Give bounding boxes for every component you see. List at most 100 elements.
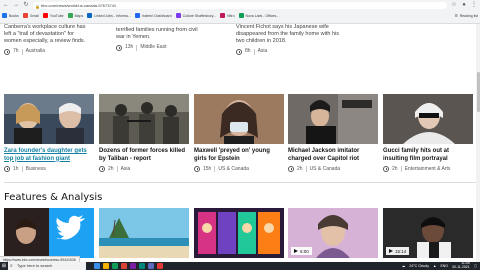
card-title-link[interactable]: Zara founder's daughter gets top job at …	[4, 148, 94, 163]
card-image[interactable]	[194, 94, 284, 144]
bookmark-item[interactable]: YouTube	[42, 13, 64, 18]
app-icon[interactable]	[148, 263, 154, 269]
edge-icon[interactable]	[112, 263, 118, 269]
feature-card-image[interactable]	[99, 208, 189, 258]
menu-icon[interactable]: ⋮	[471, 2, 477, 8]
app-icon[interactable]	[157, 263, 163, 269]
bookmark-item[interactable]: Nitro	[220, 13, 235, 18]
card-image[interactable]	[99, 94, 189, 144]
bookmark-label: Nitro	[227, 13, 235, 18]
clock-icon	[236, 48, 242, 55]
clock-icon	[4, 166, 10, 172]
meta-divider	[116, 166, 118, 172]
taskbar-clock[interactable]: 11:05 30-11-2021	[452, 261, 470, 270]
app-icon[interactable]	[139, 263, 145, 269]
notifications-icon[interactable]: ▢	[474, 264, 477, 268]
address-bar-url: bbc.com/news/world/us-canada-57673741	[41, 2, 117, 8]
file-explorer-icon[interactable]	[103, 263, 109, 269]
chrome-icon[interactable]	[121, 263, 127, 269]
story-summary-text: Canberra's workplace culture has left a …	[4, 24, 86, 44]
news-card[interactable]: Michael Jackson imitator charged over Ca…	[288, 94, 378, 172]
story-meta: 8h Asia	[236, 48, 346, 55]
address-bar[interactable]: 🔒 bbc.com/news/world/us-canada-57673741	[33, 1, 447, 9]
profile-icon[interactable]: ●	[461, 2, 467, 8]
card-image[interactable]	[4, 94, 94, 144]
card-category-link[interactable]: Asia	[121, 166, 131, 172]
story-time: 7h	[13, 48, 19, 54]
bookmark-item[interactable]: Linked Jobs - Informa...	[87, 13, 131, 18]
feature-card-image[interactable]: 5:00	[288, 208, 378, 258]
news-card[interactable]: Gucci family hits out at insulting film …	[383, 94, 473, 172]
card-category-link[interactable]: Entertainment & Arts	[405, 166, 451, 172]
story-category-link[interactable]: Australia	[26, 48, 45, 55]
taskbar-search-box[interactable]: ⌕ Type here to search	[8, 262, 86, 270]
network-icon[interactable]: ▲	[433, 264, 436, 268]
weather-text[interactable]: 24°C Cloudy	[409, 264, 429, 268]
story-summary[interactable]: Vincent Fichot says his Japanese wife di…	[236, 24, 346, 55]
features-heading[interactable]: Features & Analysis	[4, 192, 102, 203]
card-title-link[interactable]: Gucci family hits out at insulting film …	[383, 148, 473, 163]
news-card[interactable]: Dozens of former forces killed by Taliba…	[99, 94, 189, 172]
news-card[interactable]: Zara founder's daughter gets top job at …	[4, 94, 94, 172]
bookmark-label: Maps	[74, 13, 84, 18]
bookmark-favicon-icon	[175, 13, 181, 18]
news-card[interactable]: Maxwell 'preyed on' young girls for Epst…	[194, 94, 284, 172]
card-title-link[interactable]: Maxwell 'preyed on' young girls for Epst…	[194, 148, 284, 163]
reading-list-button[interactable]: ☰ Reading list	[455, 14, 478, 18]
story-summary[interactable]: terrified families running from civil wa…	[116, 27, 204, 51]
page-scrollbar[interactable]	[476, 24, 480, 262]
app-icon[interactable]	[130, 263, 136, 269]
meta-divider	[214, 166, 216, 172]
task-view-icon[interactable]	[94, 263, 100, 269]
card-title-link[interactable]: Dozens of former forces killed by Taliba…	[99, 148, 189, 163]
bookmark-label: Indeed: Dashboard	[141, 13, 172, 18]
bookmark-label: Linked Jobs - Informa...	[94, 13, 131, 18]
reload-icon[interactable]: ↻	[23, 2, 29, 8]
bookmarks-bar: Books Gmail YouTube Maps Linked Jobs - I…	[0, 11, 480, 20]
language-indicator[interactable]: ENG	[440, 264, 448, 268]
bookmark-label: Nova Labs - Offices...	[245, 13, 280, 18]
reading-list-label: Reading list	[459, 13, 478, 18]
card-category-link[interactable]: US & Canada	[218, 166, 249, 172]
feature-card-image[interactable]	[4, 208, 94, 258]
card-category-link[interactable]: US & Canada	[310, 166, 341, 172]
story-summary[interactable]: Canberra's workplace culture has left a …	[4, 24, 92, 55]
feature-card-image[interactable]: 15:14	[383, 208, 473, 258]
card-time: 2h	[108, 166, 114, 172]
play-icon	[294, 249, 298, 253]
bookmark-item[interactable]: Culture Shaftesbury...	[175, 13, 216, 18]
bookmark-item[interactable]: Maps	[67, 13, 84, 18]
story-time: 8h	[245, 48, 251, 54]
star-icon[interactable]: ☆	[451, 2, 457, 8]
story-category-link[interactable]: Middle East	[140, 44, 166, 51]
weather-icon[interactable]: ☁	[402, 264, 406, 268]
card-meta: 2h Asia	[99, 166, 189, 172]
feature-card-image[interactable]	[194, 208, 284, 258]
forward-icon[interactable]: →	[13, 2, 19, 8]
clock-icon	[116, 44, 122, 51]
search-icon: ⌕	[10, 263, 13, 269]
windows-start-icon[interactable]: ⊞	[0, 262, 8, 270]
card-title-link[interactable]: Michael Jackson imitator charged over Ca…	[288, 148, 378, 163]
card-image[interactable]	[288, 94, 378, 144]
section-divider	[4, 182, 476, 183]
bookmark-item[interactable]: Nova Labs - Offices...	[238, 13, 280, 18]
bookmark-favicon-icon	[238, 13, 244, 18]
lock-icon: 🔒	[35, 3, 40, 9]
system-tray: ☁ 24°C Cloudy ▲ ENG 11:05 30-11-2021 ▢	[402, 261, 480, 270]
bookmark-item[interactable]: Gmail	[22, 13, 39, 18]
story-category-link[interactable]: Asia	[258, 48, 268, 55]
bookmark-favicon-icon	[67, 13, 73, 18]
bookmark-item[interactable]: Books	[2, 13, 19, 18]
meta-divider	[21, 48, 23, 55]
meta-divider	[400, 166, 402, 172]
clock-icon	[383, 166, 389, 172]
clock-icon	[99, 166, 105, 172]
reading-list-icon: ☰	[454, 13, 458, 18]
clock-icon	[4, 48, 10, 55]
bookmark-item[interactable]: Indeed: Dashboard	[134, 13, 172, 18]
taskbar-apps	[94, 263, 163, 269]
card-image[interactable]	[383, 94, 473, 144]
back-icon[interactable]: ←	[3, 2, 9, 8]
card-category-link[interactable]: Business	[26, 166, 46, 172]
